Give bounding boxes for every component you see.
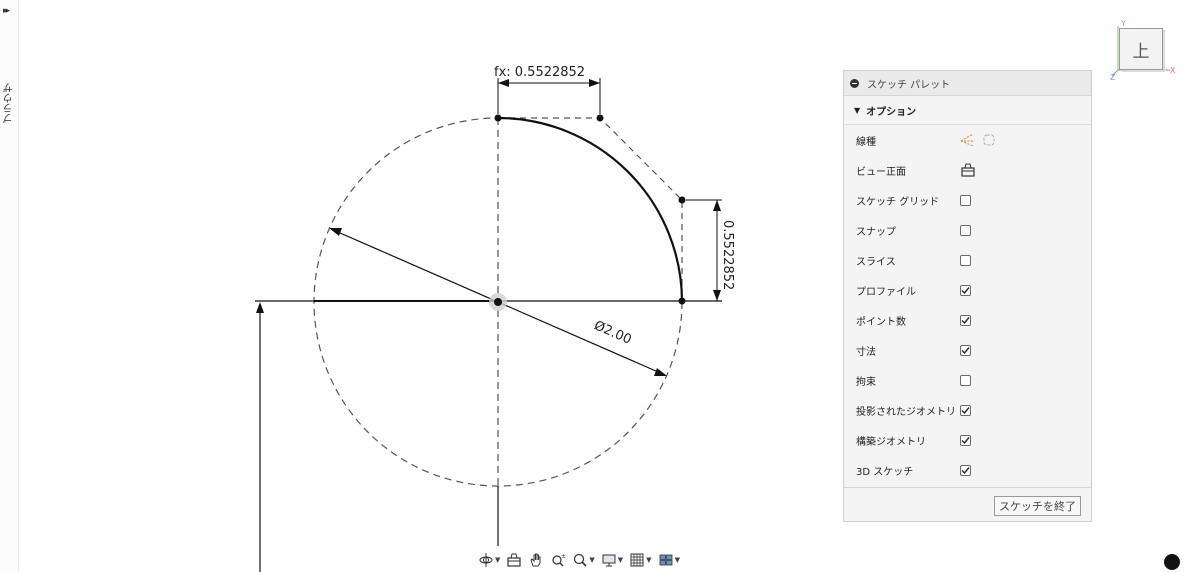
- grid-settings-button[interactable]: ▼: [627, 550, 653, 570]
- options-section-header[interactable]: ▼ オプション: [844, 96, 1091, 125]
- palette-footer: スケッチを終了: [844, 487, 1091, 523]
- zoom-icon: ±: [552, 553, 566, 567]
- display-settings-button[interactable]: ▼: [599, 550, 625, 570]
- grid-settings-icon: [630, 553, 644, 567]
- row-projected-geometry: 投影されたジオメトリ: [844, 395, 1091, 425]
- row-sketch-grid: スケッチ グリッド: [844, 185, 1091, 215]
- control-polygon[interactable]: [498, 117, 683, 301]
- view-cube-face-label: 上: [1132, 41, 1150, 62]
- linetype-centerline-icon[interactable]: [982, 133, 996, 147]
- zoom-window-icon: [574, 553, 587, 567]
- construction-geometry-checkbox[interactable]: [960, 434, 971, 446]
- 3d-sketch-checkbox[interactable]: [960, 464, 971, 476]
- chevron-down-icon: ▼: [674, 556, 680, 564]
- row-profile: プロファイル: [844, 275, 1091, 305]
- hdim-arrowhead-left: [498, 79, 509, 87]
- row-label: 3D スケッチ: [856, 466, 914, 478]
- status-icon[interactable]: [1164, 554, 1180, 570]
- left-dimension-arrowhead: [256, 302, 264, 313]
- constraints-checkbox[interactable]: [960, 374, 971, 386]
- sketch-palette: スケッチ パレット ▼ オプション 線種 ビュー正面 スケッチ グリッド スナッ…: [843, 70, 1092, 522]
- orbit-button[interactable]: ▼: [476, 550, 502, 570]
- row-label: スケッチ グリッド: [856, 196, 940, 208]
- zoom-window-button[interactable]: ▼: [570, 550, 596, 570]
- chevron-down-icon: ▼: [646, 556, 652, 564]
- look-at-icon[interactable]: [960, 162, 976, 178]
- row-snap: スナップ: [844, 215, 1091, 245]
- row-label: ビュー正面: [856, 166, 906, 178]
- chevron-down-icon: ▼: [495, 556, 501, 564]
- display-settings-icon: [602, 554, 616, 567]
- zoom-button[interactable]: ±: [548, 550, 568, 570]
- dimensions-checkbox[interactable]: [960, 344, 971, 356]
- points-checkbox[interactable]: [960, 314, 971, 326]
- row-look-at: ビュー正面: [844, 155, 1091, 185]
- row-points: ポイント数: [844, 305, 1091, 335]
- row-3d-sketch: 3D スケッチ: [844, 455, 1091, 485]
- diameter-dimension-text[interactable]: Ø2.00: [592, 318, 634, 347]
- row-label: スナップ: [856, 226, 896, 238]
- sketch-grid-checkbox[interactable]: [960, 194, 971, 206]
- axis-z-label: Z: [1110, 73, 1116, 80]
- finish-sketch-button[interactable]: スケッチを終了: [994, 496, 1081, 516]
- orbit-icon: [479, 553, 493, 567]
- palette-title: スケッチ パレット: [867, 79, 951, 91]
- section-expanded-icon: ▼: [854, 105, 861, 115]
- row-label: 線種: [856, 136, 876, 148]
- horizontal-dimension-text[interactable]: fx: 0.5522852: [494, 65, 585, 80]
- profile-checkbox[interactable]: [960, 284, 971, 296]
- sketch-arc[interactable]: [497, 116, 684, 302]
- options-section-title: オプション: [866, 106, 917, 118]
- svg-text:±: ±: [561, 553, 566, 560]
- look-at-icon: [507, 553, 521, 567]
- vertical-dimension-text[interactable]: 0.5522852: [720, 220, 735, 290]
- viewports-button[interactable]: ▼: [656, 550, 682, 570]
- sketch-point[interactable]: [678, 297, 686, 305]
- row-dimensions: 寸法: [844, 335, 1091, 365]
- diameter-arrowhead-right: [654, 368, 667, 376]
- chevron-down-icon: ▼: [589, 556, 595, 564]
- row-label: 寸法: [856, 346, 876, 358]
- row-label: プロファイル: [856, 286, 916, 298]
- axis-x-label: X: [1170, 66, 1176, 75]
- look-at-button[interactable]: [504, 550, 524, 570]
- collapse-palette-icon[interactable]: [850, 78, 859, 88]
- palette-header: スケッチ パレット: [844, 71, 1091, 96]
- linetype-construction-icon[interactable]: [960, 133, 974, 147]
- row-label: スライス: [856, 256, 896, 268]
- pan-icon: [530, 553, 541, 567]
- sketch-point[interactable]: [596, 114, 604, 122]
- row-label: ポイント数: [856, 316, 906, 328]
- origin-point[interactable]: [494, 298, 502, 306]
- row-constraints: 拘束: [844, 365, 1091, 395]
- snap-checkbox[interactable]: [960, 224, 971, 236]
- row-construction-geometry: 構築ジオメトリ: [844, 425, 1091, 455]
- diameter-arrowhead-left: [329, 228, 342, 236]
- row-line-type: 線種: [844, 125, 1091, 155]
- viewports-icon: [659, 554, 672, 566]
- navigation-toolbar: ▼ ± ▼ ▼ ▼ ▼: [476, 548, 682, 572]
- row-label: 構築ジオメトリ: [856, 436, 926, 448]
- vdim-arrowhead-top: [713, 200, 721, 211]
- axis-y-label: Y: [1120, 19, 1126, 28]
- view-cube[interactable]: Y X Z 上: [1110, 18, 1176, 80]
- sketch-point[interactable]: [678, 196, 686, 204]
- chevron-down-icon: ▼: [617, 556, 624, 564]
- sketch-point[interactable]: [494, 114, 502, 122]
- slice-checkbox[interactable]: [960, 254, 971, 266]
- row-label: 投影されたジオメトリ: [856, 406, 956, 418]
- pan-button[interactable]: [526, 550, 546, 570]
- vdim-arrowhead-bottom: [713, 290, 721, 301]
- row-label: 拘束: [856, 376, 876, 388]
- projected-geometry-checkbox[interactable]: [960, 404, 971, 416]
- view-cube-top-face[interactable]: 上: [1119, 28, 1163, 70]
- row-slice: スライス: [844, 245, 1091, 275]
- hdim-arrowhead-right: [589, 79, 600, 87]
